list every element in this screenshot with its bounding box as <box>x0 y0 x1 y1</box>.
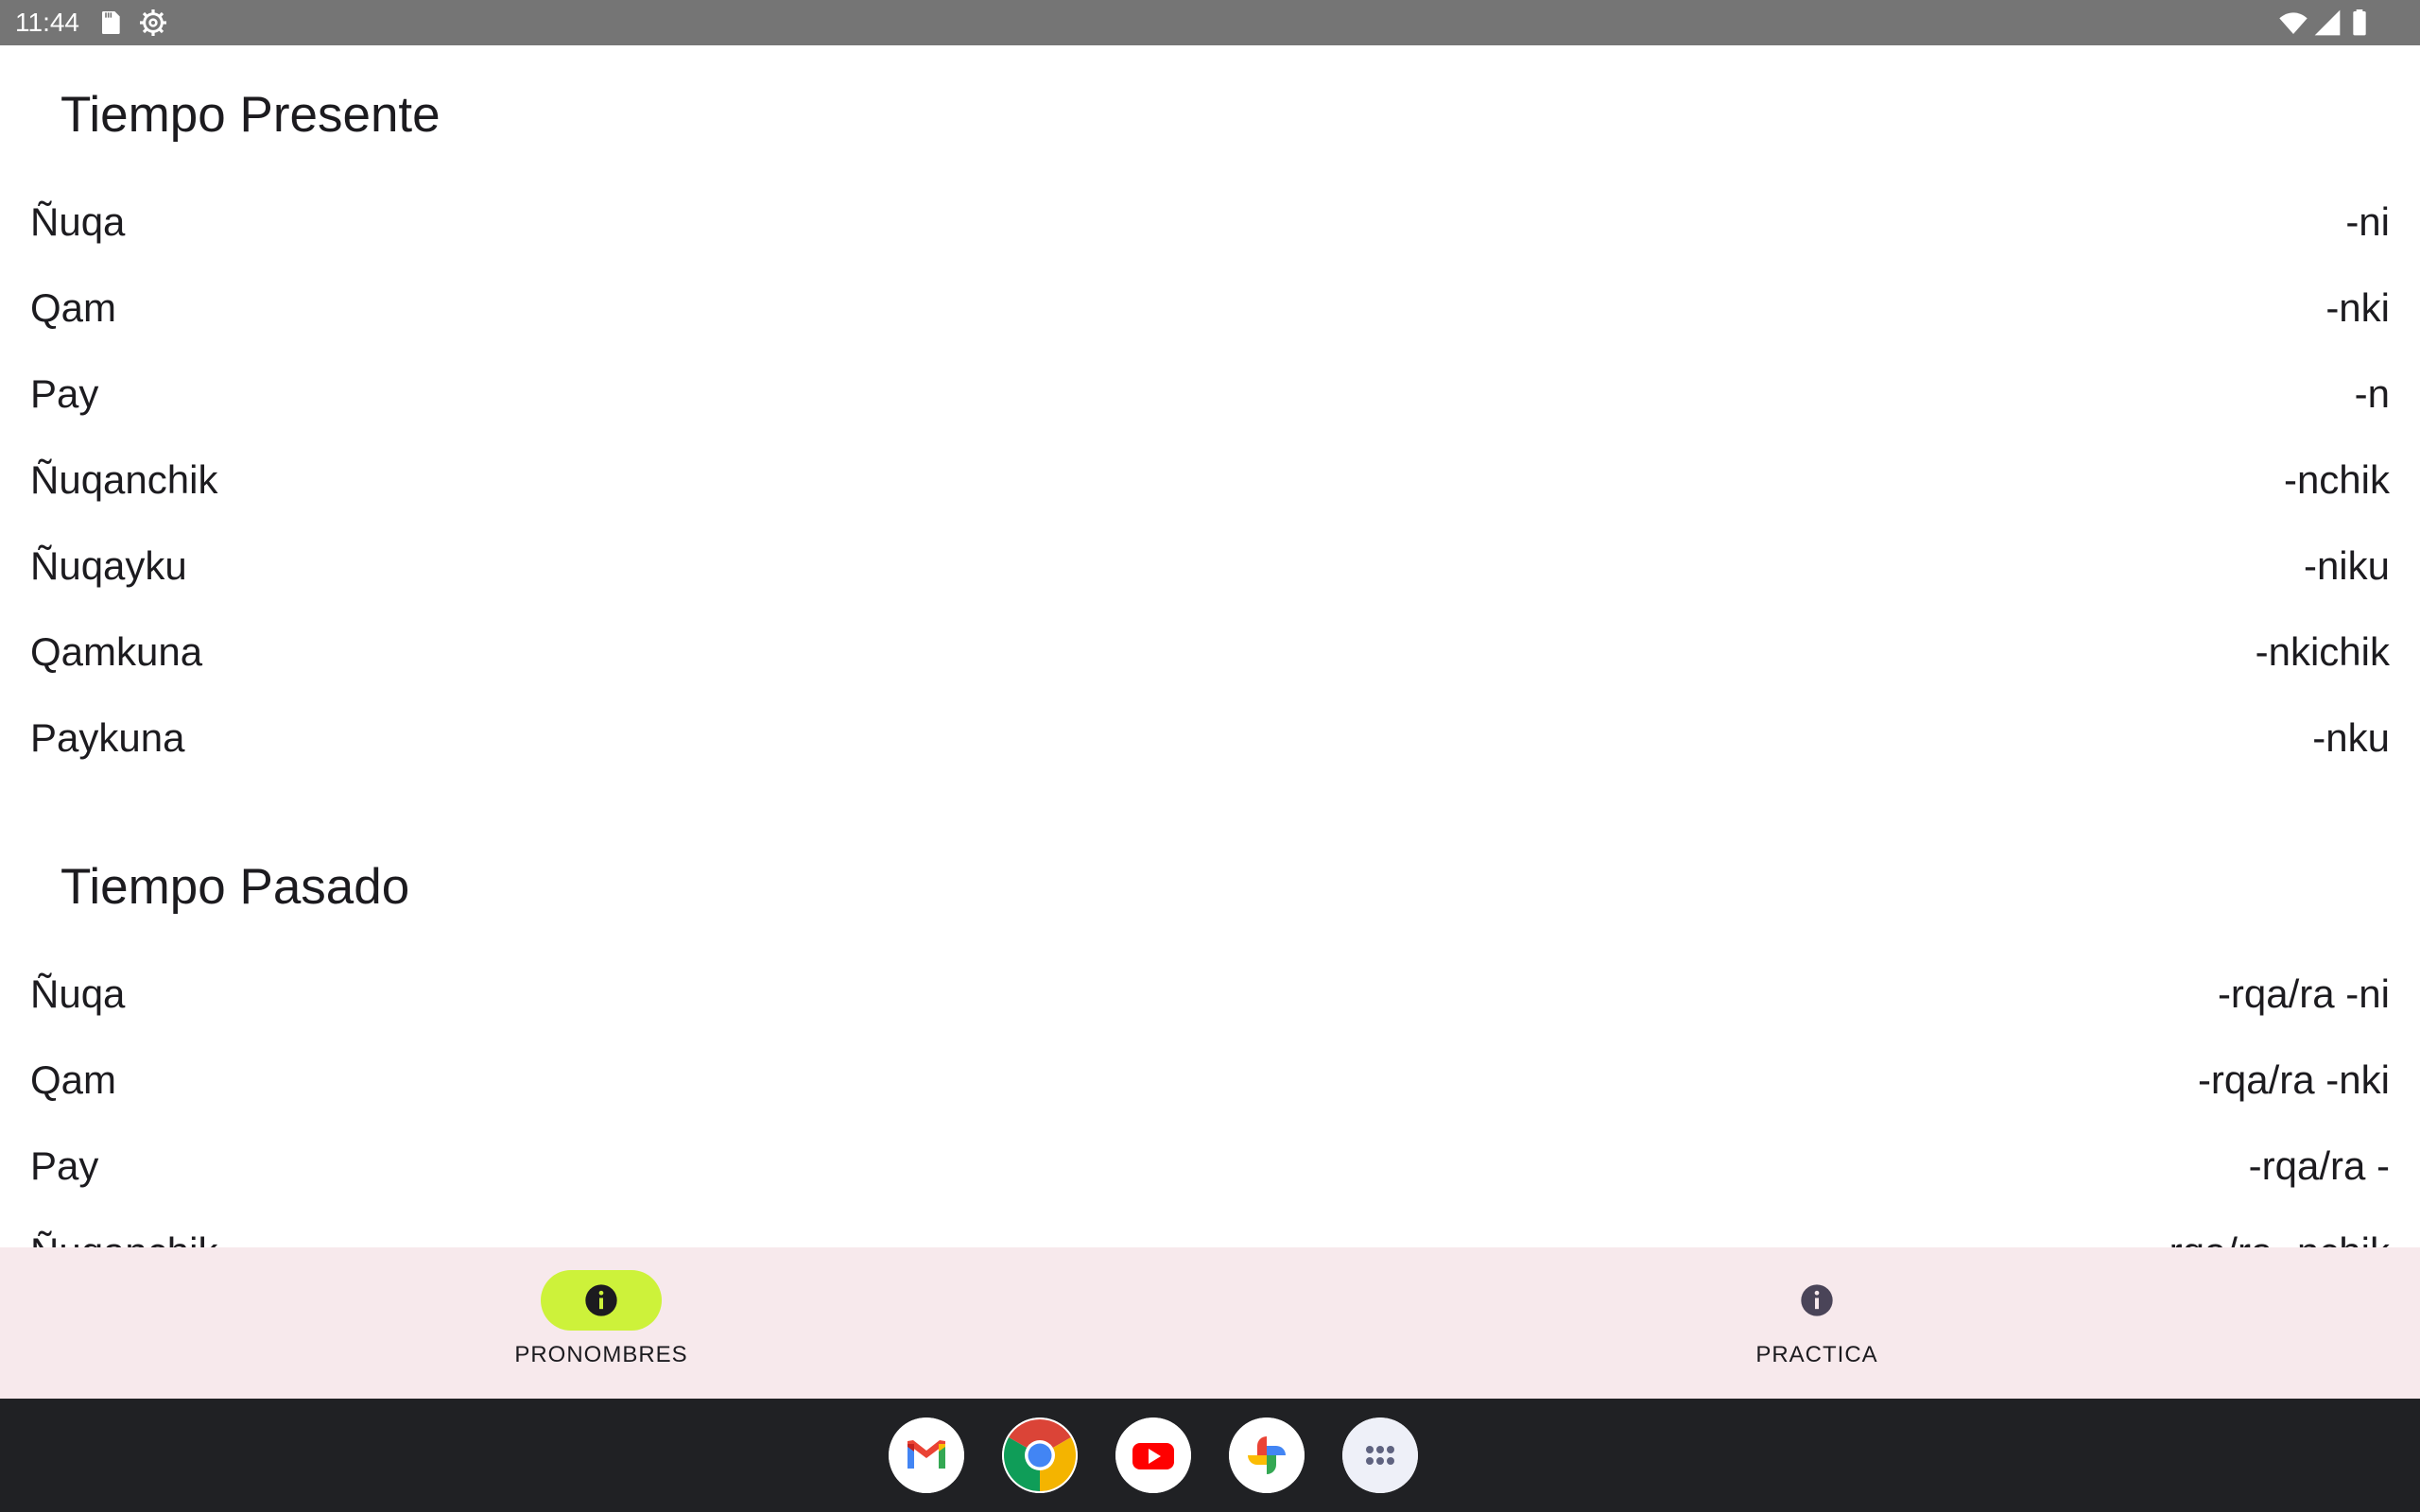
wifi-icon <box>2278 8 2308 38</box>
cell-signal-icon <box>2312 8 2342 38</box>
suffix-label: -rqa/ra -nchik <box>2156 1229 2390 1247</box>
nav-item-practica[interactable]: PRACTICA <box>1628 1247 2006 1399</box>
list-item: Ñuqayku -niku <box>30 536 2390 596</box>
suffix-label: -nku <box>2312 715 2390 760</box>
nav-label-practica: PRACTICA <box>1755 1342 1878 1367</box>
list-item: Ñuqanchik -rqa/ra -nchik <box>30 1222 2390 1247</box>
list-item: Qam -rqa/ra -nki <box>30 1050 2390 1110</box>
suffix-label: -rqa/ra -ni <box>2217 971 2390 1016</box>
suffix-label: -nki <box>2325 285 2390 330</box>
list-item: Qamkuna -nkichik <box>30 622 2390 682</box>
bottom-navigation: PRONOMBRES PRACTICA <box>0 1247 2420 1399</box>
suffix-label: -nkichik <box>2255 629 2390 674</box>
list-item: Ñuqa -ni <box>30 192 2390 252</box>
pronoun-label: Ñuqayku <box>30 543 187 588</box>
sd-card-icon <box>95 8 125 38</box>
pronoun-label: Ñuqa <box>30 971 126 1016</box>
app-drawer-icon[interactable] <box>1342 1418 1418 1493</box>
pronoun-label: Ñuqa <box>30 199 126 244</box>
pronoun-label: Paykuna <box>30 715 185 760</box>
settings-gear-icon <box>138 8 168 38</box>
screen: 11:44 Tiempo Presente Ñuqa -ni Qam -nki … <box>0 0 2420 1512</box>
pronoun-label: Qam <box>30 1057 117 1102</box>
suffix-label: -rqa/ra -nki <box>2197 1057 2390 1102</box>
list-item: Ñuqa -rqa/ra -ni <box>30 964 2390 1024</box>
pronoun-label: Ñuqanchik <box>30 1229 217 1247</box>
list-item: Qam -nki <box>30 278 2390 338</box>
taskbar <box>0 1399 2420 1512</box>
status-time: 11:44 <box>15 8 79 37</box>
pronoun-label: Ñuqanchik <box>30 457 218 502</box>
youtube-icon[interactable] <box>1115 1418 1191 1493</box>
suffix-label: -ni <box>2345 199 2390 244</box>
list-item: Pay -n <box>30 364 2390 424</box>
nav-item-pronombres[interactable]: PRONOMBRES <box>412 1247 790 1399</box>
conjugation-list[interactable]: Tiempo Presente Ñuqa -ni Qam -nki Pay -n… <box>0 45 2420 1247</box>
section-title-past: Tiempo Pasado <box>60 859 410 915</box>
suffix-label: -n <box>2354 371 2390 416</box>
list-item: Pay -rqa/ra - <box>30 1136 2390 1196</box>
suffix-label: -rqa/ra - <box>2248 1143 2390 1188</box>
pronoun-label: Qam <box>30 285 117 330</box>
list-item: Paykuna -nku <box>30 708 2390 768</box>
photos-icon[interactable] <box>1229 1418 1305 1493</box>
suffix-label: -niku <box>2303 543 2390 588</box>
section-title-present: Tiempo Presente <box>60 87 441 143</box>
status-bar: 11:44 <box>0 0 2420 45</box>
battery-icon <box>2344 8 2375 38</box>
suffix-label: -nchik <box>2283 457 2390 502</box>
info-icon <box>1798 1281 1836 1319</box>
list-item: Ñuqanchik -nchik <box>30 450 2390 510</box>
info-icon <box>582 1281 620 1319</box>
pronoun-label: Qamkuna <box>30 629 203 674</box>
pronoun-label: Pay <box>30 1143 99 1188</box>
nav-label-pronombres: PRONOMBRES <box>514 1342 688 1367</box>
pronoun-label: Pay <box>30 371 99 416</box>
gmail-icon[interactable] <box>889 1418 964 1493</box>
chrome-icon[interactable] <box>1002 1418 1078 1493</box>
